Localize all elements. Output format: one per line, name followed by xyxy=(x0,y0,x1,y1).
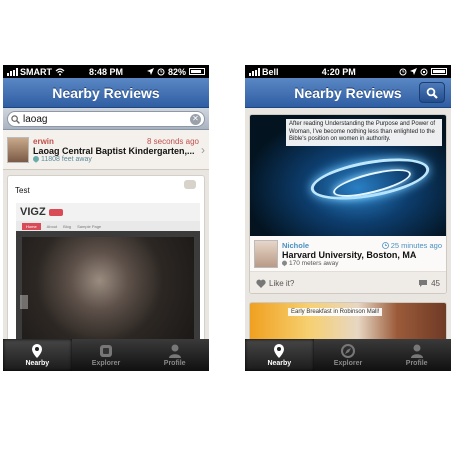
result-user-name: erwin xyxy=(33,136,54,146)
review-caption: After reading Understanding the Purpose … xyxy=(286,119,442,146)
screenshot-nav-blog: Blog xyxy=(63,223,72,229)
avatar xyxy=(7,136,29,163)
result-title: Laoag Central Baptist Kindergarten,... xyxy=(33,145,195,156)
phone-screen-left: SMART 8:48 PM 82% Nearby Reviews laoag ✕ xyxy=(3,65,209,371)
lock-rotation-icon xyxy=(420,68,428,75)
search-result-item[interactable]: erwin 8 seconds ago Laoag Central Baptis… xyxy=(3,130,209,170)
tab-nearby-label: Nearby xyxy=(25,360,50,367)
signal-icon xyxy=(249,67,260,76)
search-button[interactable] xyxy=(419,82,445,103)
tab-nearby-label: Nearby xyxy=(267,360,292,367)
review-card[interactable]: Early Breakfast in Robinson Mall! xyxy=(249,302,447,342)
like-label: Like it? xyxy=(269,278,295,288)
clock-time: 4:20 PM xyxy=(321,66,356,77)
search-value: laoag xyxy=(23,113,48,125)
pin-icon xyxy=(33,155,39,163)
tab-explorer[interactable]: Explorer xyxy=(72,339,141,371)
search-input[interactable]: laoag ✕ xyxy=(7,111,205,127)
search-icon xyxy=(426,87,438,99)
location-arrow-icon xyxy=(410,68,417,75)
tab-bar: Nearby Explorer Profile xyxy=(3,339,209,371)
review-actions: Like it? 45 xyxy=(250,272,446,293)
post-text: Test xyxy=(15,186,30,195)
carrier-label: SMART xyxy=(20,66,52,77)
tab-explorer-label: Explorer xyxy=(91,360,121,367)
phone-screen-right: Bell 4:20 PM Nearby Reviews After readin… xyxy=(245,65,451,371)
screenshot-nav-about: About xyxy=(46,223,58,229)
review-distance: 170 meters away xyxy=(289,259,339,267)
slider-arrow-icon xyxy=(20,295,28,309)
pin-icon xyxy=(282,260,287,266)
post-image: VIGZ Home About Blog Sample Page xyxy=(16,203,200,346)
nav-bar: Nearby Reviews xyxy=(245,78,451,108)
alarm-icon xyxy=(399,68,407,75)
comment-icon xyxy=(419,279,428,287)
battery-icon xyxy=(431,68,447,75)
screenshot-logo: VIGZ xyxy=(20,206,46,218)
explorer-icon xyxy=(341,344,355,358)
battery-percent: 82% xyxy=(167,66,186,77)
status-bar: SMART 8:48 PM 82% xyxy=(3,65,209,78)
profile-icon xyxy=(168,344,181,358)
review-image: After reading Understanding the Purpose … xyxy=(250,115,446,236)
review-meta[interactable]: Nichole 25 minutes ago Harvard Universit… xyxy=(250,236,446,272)
battery-icon xyxy=(189,68,205,75)
heart-icon xyxy=(256,279,266,288)
tab-profile[interactable]: Profile xyxy=(382,339,451,371)
clear-icon[interactable]: ✕ xyxy=(190,113,201,125)
chevron-right-icon: › xyxy=(201,142,205,157)
result-time: 8 seconds ago xyxy=(146,136,199,146)
review-feed[interactable]: After reading Understanding the Purpose … xyxy=(245,108,451,342)
tab-profile-label: Profile xyxy=(163,360,186,367)
screenshot-nav: Home About Blog Sample Page xyxy=(16,221,200,231)
comments-button[interactable]: 45 xyxy=(418,279,440,288)
result-distance: 11808 feet away xyxy=(41,155,92,163)
review-card[interactable]: After reading Understanding the Purpose … xyxy=(249,114,447,294)
carrier-label: Bell xyxy=(262,66,279,77)
review-time: 25 minutes ago xyxy=(390,240,442,250)
post-card[interactable]: Test VIGZ Home About Blog Sample Page xyxy=(7,175,205,346)
screenshot-photo xyxy=(22,237,194,346)
search-icon xyxy=(11,114,20,124)
status-bar: Bell 4:20 PM xyxy=(245,65,451,78)
screenshot-header: VIGZ xyxy=(16,203,200,221)
profile-icon xyxy=(410,344,423,358)
tab-nearby[interactable]: Nearby xyxy=(3,339,72,371)
wifi-icon xyxy=(55,67,65,75)
like-button[interactable]: Like it? xyxy=(256,279,294,288)
pin-icon xyxy=(274,344,285,358)
avatar xyxy=(254,239,278,268)
review-user-name: Nichole xyxy=(282,240,310,250)
location-arrow-icon xyxy=(146,68,154,75)
review-caption: Early Breakfast in Robinson Mall! xyxy=(288,308,383,316)
tab-nearby[interactable]: Nearby xyxy=(245,339,314,371)
search-bar: laoag ✕ xyxy=(3,108,209,130)
clock-time: 8:48 PM xyxy=(88,66,123,77)
screenshot-nav-home: Home xyxy=(22,222,41,230)
tab-explorer-label: Explorer xyxy=(333,360,363,367)
tab-profile-label: Profile xyxy=(405,360,428,367)
pin-icon xyxy=(32,344,43,358)
tab-profile[interactable]: Profile xyxy=(140,339,209,371)
tab-bar: Nearby Explorer Profile xyxy=(245,339,451,371)
explorer-icon xyxy=(100,345,112,357)
clock-icon xyxy=(381,241,389,249)
screenshot-tag xyxy=(48,208,63,216)
nav-title: Nearby Reviews xyxy=(52,84,160,101)
screenshot-nav-sample: Sample Page xyxy=(77,223,102,229)
comment-icon[interactable] xyxy=(184,180,196,189)
comment-count: 45 xyxy=(431,278,440,288)
alarm-icon xyxy=(157,68,165,75)
tab-explorer[interactable]: Explorer xyxy=(314,339,383,371)
nav-bar: Nearby Reviews xyxy=(3,78,209,108)
nav-title: Nearby Reviews xyxy=(294,84,402,101)
review-place: Harvard University, Boston, MA xyxy=(282,249,417,260)
signal-icon xyxy=(7,67,18,76)
